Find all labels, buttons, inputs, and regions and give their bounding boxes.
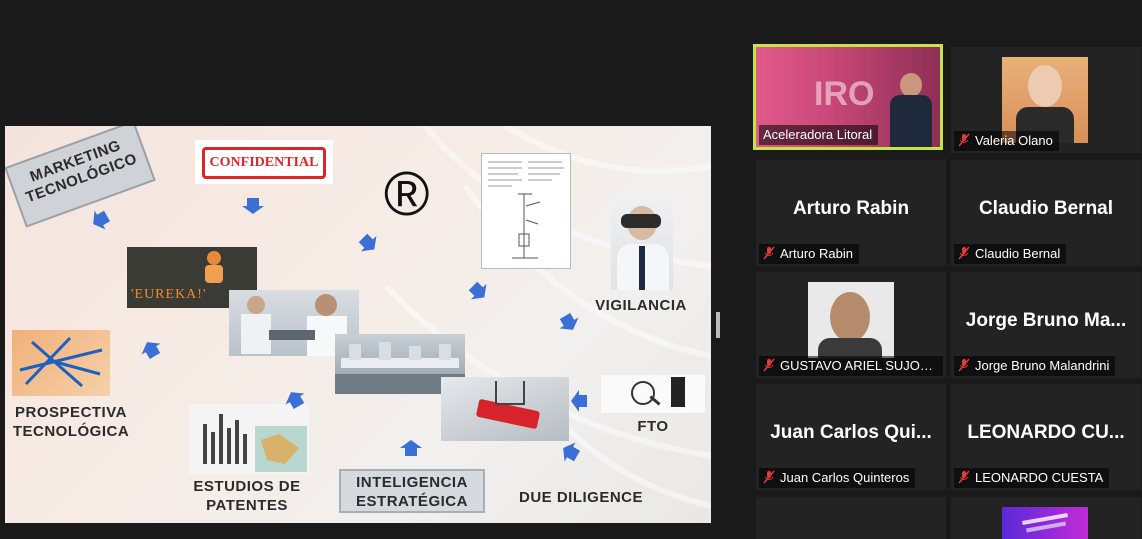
- participant-name-tag: LEONARDO CUESTA: [954, 468, 1110, 488]
- participant-tile[interactable]: LEONARDO CU... LEONARDO CUESTA: [951, 384, 1141, 490]
- participant-tile[interactable]: GUSTAVO ARIEL SUJONIT...: [756, 272, 946, 378]
- participant-name: Jorge Bruno Malandrini: [975, 358, 1110, 373]
- participant-name-tag: Claudio Bernal: [954, 244, 1067, 264]
- participant-name-tag: Aceleradora Litoral: [759, 125, 879, 145]
- participant-name: GUSTAVO ARIEL SUJONIT...: [780, 358, 943, 373]
- muted-mic-icon: [763, 246, 775, 260]
- shared-screen-slide: MARKETING TECNOLÓGICO CONFIDENTIAL ® VIG…: [5, 126, 711, 523]
- participant-tile[interactable]: Valeria Olano: [951, 47, 1141, 153]
- participant-name: LEONARDO CUESTA: [975, 470, 1104, 485]
- participant-display-name: Juan Carlos Qui...: [770, 422, 932, 443]
- participant-name-tag: Valeria Olano: [954, 131, 1059, 151]
- participant-tile[interactable]: [756, 497, 946, 539]
- arrow-icon: [242, 198, 264, 214]
- participant-tile[interactable]: Claudio Bernal Claudio Bernal: [951, 160, 1141, 266]
- muted-mic-icon: [958, 358, 970, 372]
- arrow-icon: [465, 278, 493, 306]
- participant-video: [808, 282, 894, 358]
- arrow-icon: [555, 310, 583, 336]
- arrow-icon: [571, 390, 587, 412]
- arrow-icon: [400, 440, 422, 456]
- panel-resize-handle[interactable]: [716, 312, 720, 338]
- participant-avatar-image: [1002, 507, 1088, 539]
- participant-name: Juan Carlos Quinteros: [780, 470, 910, 485]
- participant-name-tag: Arturo Rabin: [759, 244, 859, 264]
- muted-mic-icon: [958, 133, 970, 147]
- arrow-icon: [87, 206, 113, 234]
- muted-mic-icon: [763, 358, 775, 372]
- participant-display-name: Arturo Rabin: [792, 198, 910, 219]
- participant-name-tag: Jorge Bruno Malandrini: [954, 356, 1116, 376]
- participant-tile-active-speaker[interactable]: IRO Aceleradora Litoral: [753, 44, 943, 150]
- arrow-icon: [137, 336, 165, 362]
- participant-display-name: LEONARDO CU...: [967, 422, 1125, 443]
- participant-name: Valeria Olano: [975, 133, 1053, 148]
- participant-name-tag: GUSTAVO ARIEL SUJONIT...: [759, 356, 943, 376]
- participant-name: Claudio Bernal: [975, 246, 1061, 261]
- flow-arrows: [87, 198, 587, 466]
- participant-display-name: Claudio Bernal: [978, 198, 1114, 219]
- arrow-icon: [557, 438, 583, 466]
- arrow-icon: [281, 386, 309, 412]
- arrow-icon: [355, 230, 383, 258]
- participant-tile[interactable]: Jorge Bruno Ma... Jorge Bruno Malandrini: [951, 272, 1141, 378]
- participant-tile[interactable]: Juan Carlos Qui... Juan Carlos Quinteros: [756, 384, 946, 490]
- participant-tile[interactable]: [951, 497, 1141, 539]
- participant-name: Arturo Rabin: [780, 246, 853, 261]
- participant-tile[interactable]: Arturo Rabin Arturo Rabin: [756, 160, 946, 266]
- participant-name: Aceleradora Litoral: [763, 127, 873, 142]
- muted-mic-icon: [958, 246, 970, 260]
- muted-mic-icon: [958, 470, 970, 484]
- muted-mic-icon: [763, 470, 775, 484]
- participant-display-name: Jorge Bruno Ma...: [965, 310, 1127, 331]
- participant-name-tag: Juan Carlos Quinteros: [759, 468, 916, 488]
